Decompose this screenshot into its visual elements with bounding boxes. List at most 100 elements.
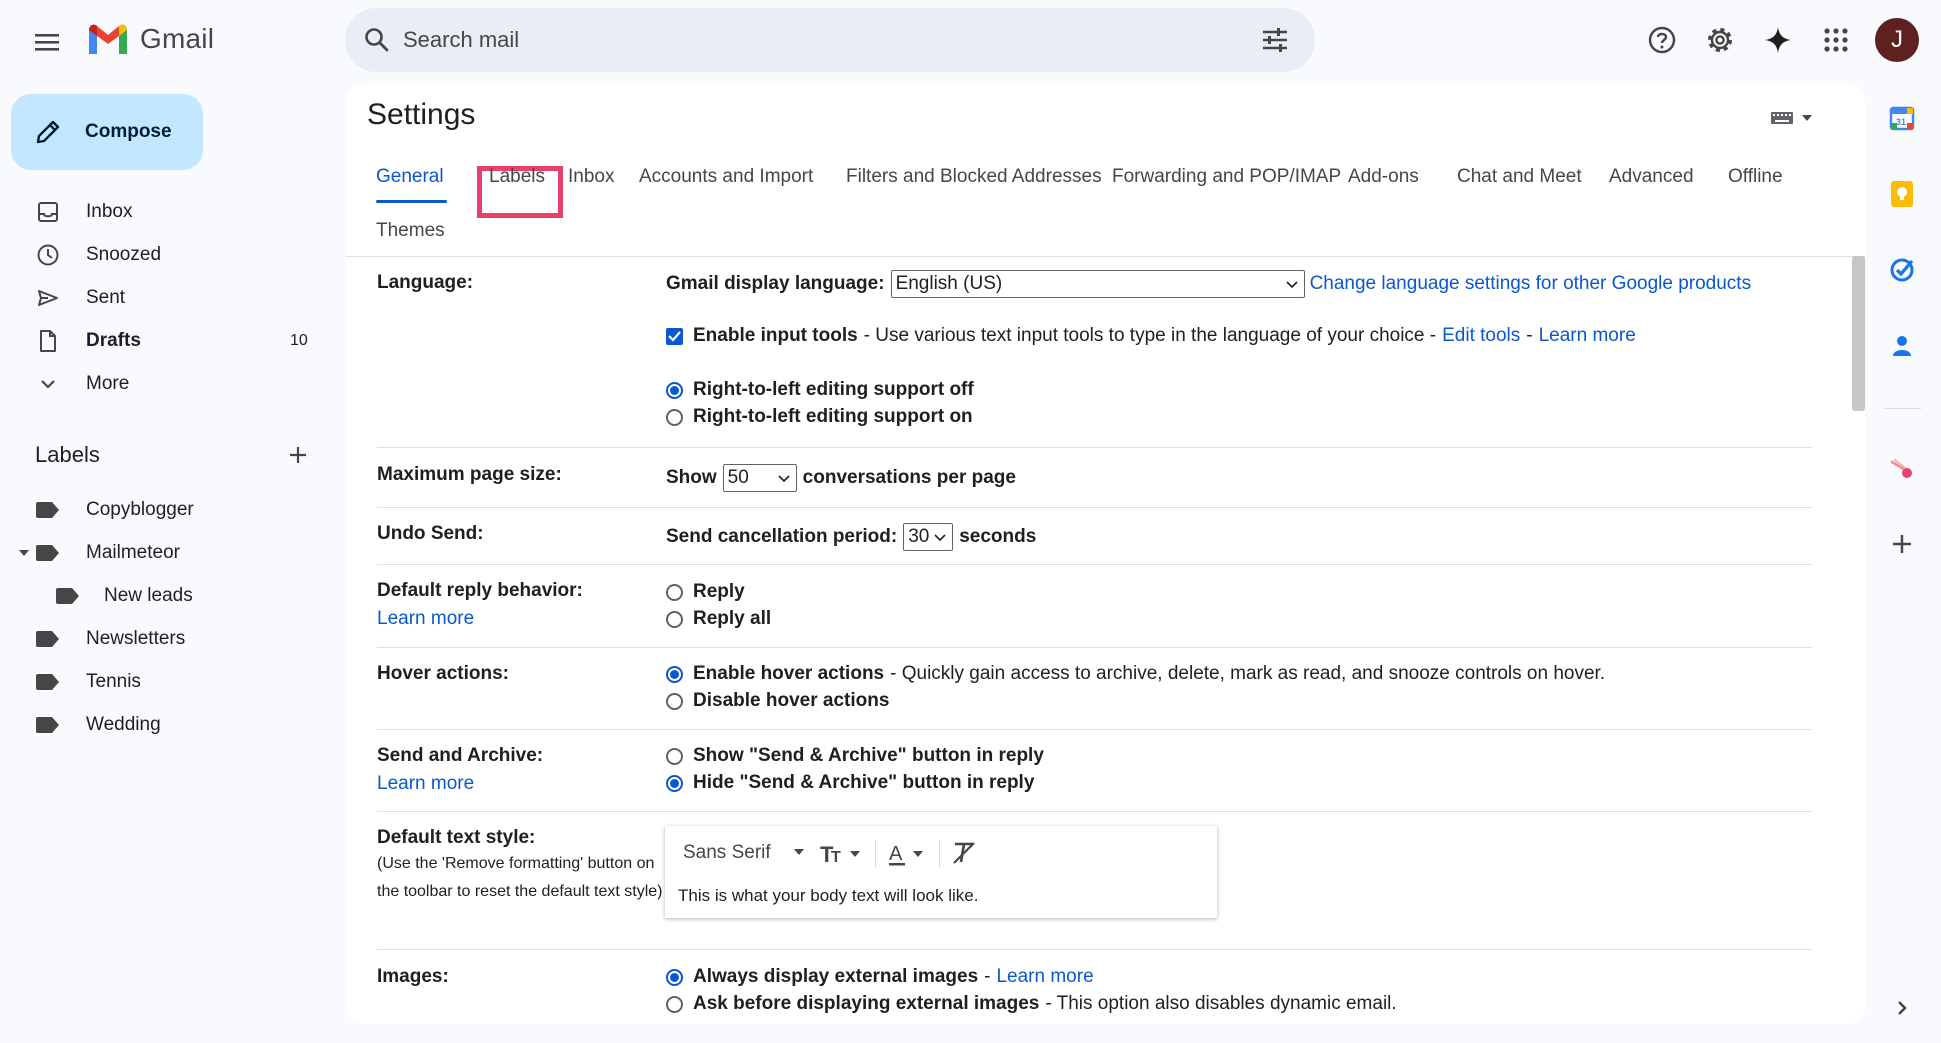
tab-inbox[interactable]: Inbox — [568, 166, 614, 188]
search-input[interactable] — [403, 20, 1203, 60]
reply-option[interactable]: Reply — [666, 581, 745, 603]
gmail-logo[interactable]: Gmail — [86, 22, 214, 56]
send-archive-learn-more-link[interactable]: Learn more — [377, 773, 474, 795]
display-language-value: English (US) — [895, 273, 1003, 294]
account-avatar[interactable]: J — [1875, 18, 1919, 62]
tab-advanced[interactable]: Advanced — [1609, 166, 1694, 188]
show-send-archive-option[interactable]: Show "Send & Archive" button in reply — [666, 745, 1044, 767]
chevron-down-icon — [36, 372, 60, 396]
expand-side-panel-chevron-icon[interactable] — [1880, 986, 1924, 1030]
tab-chat-meet[interactable]: Chat and Meet — [1457, 166, 1582, 188]
label-item-newsletters[interactable]: Newsletters — [0, 617, 330, 660]
keep-icon[interactable] — [1880, 172, 1924, 216]
get-addons-plus-icon[interactable] — [1880, 522, 1924, 566]
display-language-select[interactable]: English (US) — [890, 270, 1305, 298]
tab-forwarding[interactable]: Forwarding and POP/IMAP — [1112, 166, 1341, 188]
remove-formatting-icon[interactable] — [951, 840, 977, 866]
input-tools-keyboard-icon[interactable] — [1770, 110, 1814, 126]
inbox-icon — [36, 200, 60, 224]
expand-caret-icon[interactable] — [18, 549, 30, 557]
chevron-down-icon — [778, 475, 790, 483]
images-learn-more-link[interactable]: Learn more — [996, 966, 1093, 988]
row-divider — [377, 564, 1812, 565]
input-tools-learn-more-link[interactable]: Learn more — [1539, 325, 1636, 347]
rtl-off-option[interactable]: Right-to-left editing support off — [666, 379, 974, 401]
nav-item-snoozed[interactable]: Snoozed — [0, 233, 330, 276]
svg-text:31: 31 — [1896, 117, 1906, 127]
addon-comet-icon[interactable] — [1880, 448, 1924, 492]
undo-send-value: 30 — [908, 526, 930, 547]
hover-disable-option[interactable]: Disable hover actions — [666, 690, 889, 712]
hover-enable-option[interactable]: Enable hover actions - Quickly gain acce… — [666, 663, 1605, 685]
hover-enable-radio[interactable] — [666, 665, 683, 683]
apps-grid-icon[interactable] — [1814, 18, 1858, 62]
settings-gear-icon[interactable] — [1698, 18, 1742, 62]
gemini-sparkle-icon[interactable] — [1756, 18, 1800, 62]
label-item-wedding[interactable]: Wedding — [0, 703, 330, 746]
text-color-icon[interactable]: A — [887, 840, 927, 868]
always-display-images-option[interactable]: Always display external images - Learn m… — [666, 966, 1094, 988]
tasks-icon[interactable] — [1880, 248, 1924, 292]
rtl-on-option[interactable]: Right-to-left editing support on — [666, 406, 973, 428]
active-tab-indicator — [376, 200, 447, 203]
undo-send-row: Send cancellation period: 30 seconds — [666, 523, 1036, 551]
rtl-off-label: Right-to-left editing support off — [693, 379, 974, 400]
pencil-icon — [35, 119, 61, 145]
font-caret-icon[interactable] — [793, 848, 805, 856]
nav-item-more[interactable]: More — [0, 362, 330, 405]
images-label: Images: — [377, 966, 449, 987]
ask-before-images-radio[interactable] — [666, 995, 683, 1013]
display-language-row: Gmail display language: English (US) Cha… — [666, 270, 1751, 298]
tab-accounts[interactable]: Accounts and Import — [639, 166, 813, 188]
send-archive-label: Send and Archive: — [377, 745, 544, 766]
search-options-icon[interactable] — [1261, 28, 1289, 52]
label-item-new-leads[interactable]: New leads — [0, 574, 330, 617]
nav-item-inbox[interactable]: Inbox — [0, 190, 330, 233]
main-nav: Inbox Snoozed Sent Drafts 10 More — [0, 190, 330, 405]
create-label-plus-icon[interactable] — [287, 444, 309, 466]
labels-title: Labels — [35, 442, 100, 467]
always-display-images-radio[interactable] — [666, 968, 683, 986]
reply-all-option[interactable]: Reply all — [666, 608, 771, 630]
contacts-icon[interactable] — [1880, 324, 1924, 368]
tab-filters[interactable]: Filters and Blocked Addresses — [846, 166, 1102, 188]
label-tag-icon — [56, 588, 80, 604]
tab-addons[interactable]: Add-ons — [1348, 166, 1419, 188]
label-item-tennis[interactable]: Tennis — [0, 660, 330, 703]
tab-offline[interactable]: Offline — [1728, 166, 1783, 188]
tab-general[interactable]: General — [376, 166, 444, 188]
label-item-mailmeteor[interactable]: Mailmeteor — [0, 531, 330, 574]
undo-send-select[interactable]: 30 — [903, 523, 954, 551]
search-bar[interactable] — [345, 8, 1315, 72]
main-menu-icon[interactable] — [30, 24, 66, 60]
reply-learn-more-link[interactable]: Learn more — [377, 608, 474, 630]
calendar-icon[interactable]: 31 — [1880, 96, 1924, 140]
rtl-on-radio[interactable] — [666, 408, 683, 426]
label-tag-icon — [36, 717, 60, 733]
page-size-select[interactable]: 50 — [722, 464, 797, 492]
tab-themes[interactable]: Themes — [376, 220, 445, 242]
search-icon[interactable] — [363, 26, 391, 54]
tab-labels[interactable]: Labels — [489, 166, 545, 188]
input-tools-checkbox[interactable] — [666, 327, 683, 345]
show-send-archive-radio[interactable] — [666, 747, 683, 765]
scrollbar-thumb[interactable] — [1852, 256, 1865, 411]
help-icon[interactable] — [1640, 18, 1684, 62]
reply-all-radio[interactable] — [666, 610, 683, 628]
rtl-off-radio[interactable] — [666, 381, 683, 399]
font-family-select[interactable]: Sans Serif — [683, 842, 771, 864]
reply-behavior-label: Default reply behavior: — [377, 580, 583, 601]
chevron-down-icon — [1285, 281, 1298, 289]
hide-send-archive-radio[interactable] — [666, 774, 683, 792]
change-language-link[interactable]: Change language settings for other Googl… — [1310, 273, 1752, 295]
font-size-icon[interactable]: TT — [820, 840, 864, 866]
nav-item-drafts[interactable]: Drafts 10 — [0, 319, 330, 362]
hide-send-archive-option[interactable]: Hide "Send & Archive" button in reply — [666, 772, 1034, 794]
compose-button[interactable]: Compose — [11, 94, 203, 170]
ask-before-images-option[interactable]: Ask before displaying external images - … — [666, 993, 1397, 1015]
reply-radio[interactable] — [666, 583, 683, 601]
nav-item-sent[interactable]: Sent — [0, 276, 330, 319]
edit-tools-link[interactable]: Edit tools — [1442, 325, 1520, 347]
hover-disable-radio[interactable] — [666, 692, 683, 710]
label-item-copyblogger[interactable]: Copyblogger — [0, 488, 330, 531]
